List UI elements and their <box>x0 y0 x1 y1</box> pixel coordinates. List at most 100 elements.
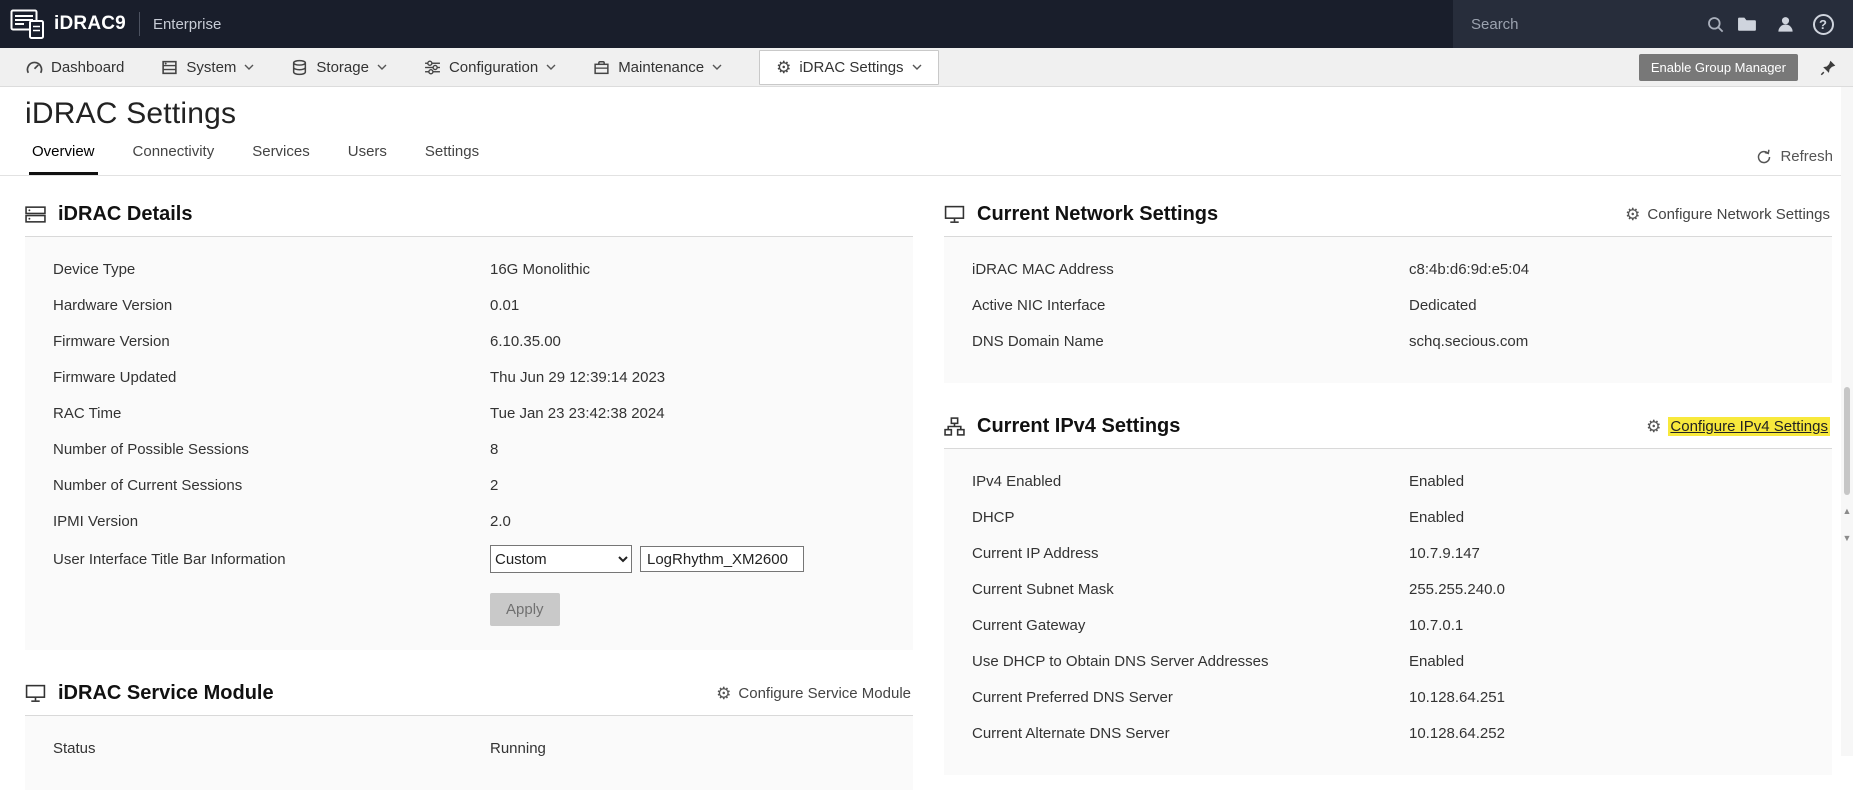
brand-name: iDRAC9 <box>54 13 126 34</box>
content: iDRAC Details Device Type 16G Monolithic… <box>0 176 1853 812</box>
chevron-down-icon <box>244 64 254 70</box>
ipv4-settings-title-wrap: Current IPv4 Settings <box>944 415 1180 438</box>
chevron-down-icon <box>712 64 722 70</box>
system-icon <box>161 59 178 76</box>
service-module-header: iDRAC Service Module ⚙ Configure Service… <box>25 672 913 716</box>
brand-divider <box>138 12 140 36</box>
scroll-down-icon[interactable]: ▼ <box>1841 529 1853 547</box>
idrac-logo-icon <box>10 9 44 40</box>
section-title: Current IPv4 Settings <box>977 415 1181 437</box>
apply-button[interactable]: Apply <box>490 593 560 626</box>
detail-row: Number of Possible Sessions 8 <box>53 440 499 458</box>
nav-item-configuration[interactable]: Configuration <box>424 48 556 86</box>
nav-item-maintenance[interactable]: Maintenance <box>593 48 722 86</box>
nav-label: iDRAC Settings <box>799 58 904 76</box>
nav-label: Storage <box>316 58 369 76</box>
configuration-icon <box>424 59 441 76</box>
nav-item-dashboard[interactable]: Dashboard <box>26 48 124 86</box>
gear-icon: ⚙ <box>1625 205 1641 224</box>
service-module-body: Status Running <box>25 716 913 790</box>
detail-row: Current IP Address 10.7.9.147 <box>972 544 1480 562</box>
detail-row: IPv4 Enabled Enabled <box>972 472 1465 490</box>
chevron-down-icon <box>546 64 556 70</box>
scroll-up-icon[interactable]: ▲ <box>1841 502 1853 520</box>
detail-row: Current Preferred DNS Server 10.128.64.2… <box>972 688 1505 706</box>
server-icon <box>25 205 46 224</box>
tab-connectivity[interactable]: Connectivity <box>130 143 218 175</box>
detail-row: IPMI Version 2.0 <box>53 512 511 530</box>
brand-edition: Enterprise <box>152 15 222 33</box>
tab-bar: Overview Connectivity Services Users Set… <box>0 143 1853 176</box>
tab-users[interactable]: Users <box>345 143 390 175</box>
refresh-button[interactable]: Refresh <box>1756 148 1833 175</box>
network-settings-title-wrap: Current Network Settings <box>944 203 1218 226</box>
network-settings-card: Current Network Settings ⚙ Configure Net… <box>944 193 1832 383</box>
detail-row: Current Alternate DNS Server 10.128.64.2… <box>972 724 1505 742</box>
nav-label: System <box>186 58 237 76</box>
folder-icon[interactable] <box>1731 8 1763 40</box>
detail-row: iDRAC MAC Address c8:4b:d6:9d:e5:04 <box>972 260 1530 278</box>
brand: iDRAC9 Enterprise <box>0 9 221 40</box>
pin-icon[interactable] <box>1820 59 1837 76</box>
enable-group-manager-button[interactable]: Enable Group Manager <box>1638 53 1798 81</box>
detail-row: Status Running <box>53 739 546 757</box>
masthead-right: ? <box>1453 0 1853 48</box>
service-module-title-wrap: iDRAC Service Module <box>25 682 274 705</box>
idrac-details-card: iDRAC Details Device Type 16G Monolithic… <box>25 193 913 650</box>
title-bar-mode-select[interactable]: Custom <box>490 545 632 573</box>
help-glyph: ? <box>1812 13 1834 35</box>
idrac-details-body: Device Type 16G Monolithic Hardware Vers… <box>25 237 913 650</box>
search-input[interactable] <box>1471 15 1698 33</box>
nav-label: Maintenance <box>618 58 705 76</box>
help-icon[interactable]: ? <box>1807 8 1839 40</box>
network-settings-header: Current Network Settings ⚙ Configure Net… <box>944 193 1832 237</box>
detail-row: Current Subnet Mask 255.255.240.0 <box>972 580 1505 598</box>
search-box <box>1471 15 1725 34</box>
detail-row: Number of Current Sessions 2 <box>53 476 499 494</box>
scrollbar[interactable]: ▲ ▼ <box>1841 87 1853 756</box>
detail-row: Firmware Updated Thu Jun 29 12:39:14 202… <box>53 368 666 386</box>
storage-icon <box>291 59 308 76</box>
section-title: iDRAC Service Module <box>58 682 274 704</box>
configure-network-settings-link[interactable]: ⚙ Configure Network Settings <box>1625 206 1830 223</box>
dashboard-icon <box>26 59 43 76</box>
nav-item-system[interactable]: System <box>161 48 254 86</box>
nav-item-storage[interactable]: Storage <box>291 48 387 86</box>
network-tree-icon <box>944 417 965 436</box>
nav-item-idrac-settings[interactable]: ⚙ iDRAC Settings <box>759 49 939 85</box>
title-bar-row: User Interface Title Bar Information Cus… <box>25 539 913 579</box>
user-icon[interactable] <box>1769 8 1801 40</box>
gear-icon: ⚙ <box>716 684 732 703</box>
left-column: iDRAC Details Device Type 16G Monolithic… <box>25 193 913 812</box>
ipv4-settings-card: Current IPv4 Settings ⚙ Configure IPv4 S… <box>944 405 1832 775</box>
page-title: iDRAC Settings <box>25 97 237 130</box>
apply-row: Apply <box>25 593 913 626</box>
idrac-details-header: iDRAC Details <box>25 193 913 237</box>
title-bar-text-input[interactable] <box>640 546 804 572</box>
tab-services[interactable]: Services <box>249 143 313 175</box>
detail-row: DHCP Enabled <box>972 508 1465 526</box>
network-settings-body: iDRAC MAC Address c8:4b:d6:9d:e5:04 Acti… <box>944 237 1832 383</box>
monitor-icon <box>25 684 46 703</box>
refresh-icon <box>1756 149 1772 165</box>
detail-row: RAC Time Tue Jan 23 23:42:38 2024 <box>53 404 665 422</box>
service-module-card: iDRAC Service Module ⚙ Configure Service… <box>25 672 913 790</box>
configure-service-module-link[interactable]: ⚙ Configure Service Module <box>716 685 911 702</box>
gear-icon: ⚙ <box>776 57 792 77</box>
search-icon[interactable] <box>1706 15 1725 34</box>
tab-overview[interactable]: Overview <box>29 143 98 175</box>
idrac-details-title-wrap: iDRAC Details <box>25 203 192 226</box>
tab-settings[interactable]: Settings <box>422 143 482 175</box>
masthead: iDRAC9 Enterprise ? <box>0 0 1853 48</box>
scrollbar-thumb[interactable] <box>1844 387 1850 495</box>
right-column: Current Network Settings ⚙ Configure Net… <box>944 193 1832 797</box>
detail-row: Active NIC Interface Dedicated <box>972 296 1477 314</box>
nav-label: Configuration <box>448 58 539 76</box>
maintenance-icon <box>593 59 610 76</box>
configure-ipv4-settings-link[interactable]: ⚙ Configure IPv4 Settings <box>1646 417 1830 436</box>
detail-row: Current Gateway 10.7.0.1 <box>972 616 1464 634</box>
nav-right: Enable Group Manager <box>1638 48 1853 86</box>
section-title: iDRAC Details <box>58 203 193 225</box>
main-nav: Dashboard System Storage Configuration M… <box>0 48 1853 87</box>
highlighted-link-text: Configure IPv4 Settings <box>1668 417 1830 436</box>
